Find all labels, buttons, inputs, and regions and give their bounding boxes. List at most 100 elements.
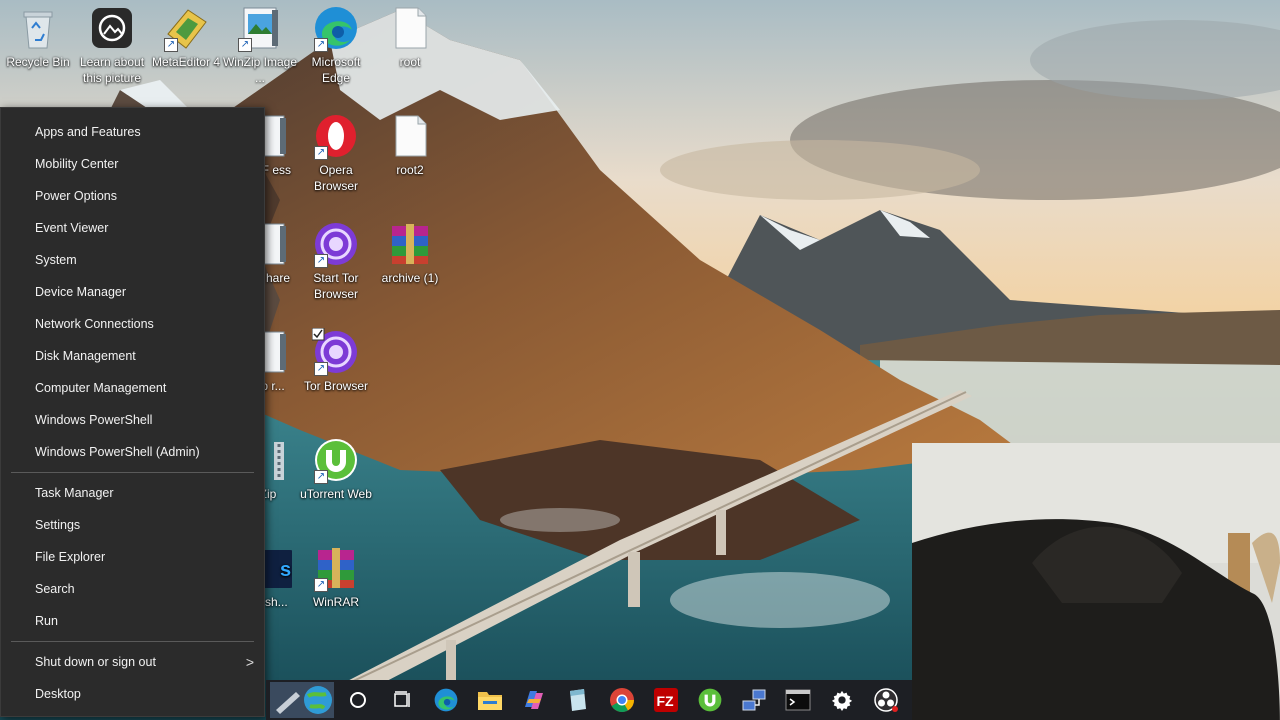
terminal-icon (785, 689, 811, 711)
taskbar-search-button[interactable] (336, 680, 380, 720)
desktop-icon-label: Start Tor Browser (313, 271, 359, 301)
desktop-icon-label: WinZip Image ... (222, 55, 298, 85)
menu-item-apps-and-features[interactable]: Apps and Features (1, 116, 264, 148)
desktop-icon-label: WinRAR (312, 595, 359, 609)
notepad-icon (570, 689, 586, 711)
taskbar: FZ (266, 680, 912, 720)
settings-gear-icon (831, 690, 853, 711)
winrar-icon: ↗ (312, 544, 360, 592)
shortcut-arrow-icon: ↗ (238, 38, 252, 52)
menu-item-settings[interactable]: Settings (1, 509, 264, 541)
taskbar-settings[interactable] (820, 680, 864, 720)
menu-item-search[interactable]: Search (1, 573, 264, 605)
desktop-icon-root2[interactable]: root2 (372, 108, 448, 178)
menu-item-power-options[interactable]: Power Options (1, 180, 264, 212)
copilot-icon (525, 691, 543, 709)
desktop-icon-utorrent-web[interactable]: ↗ uTorrent Web (298, 432, 374, 502)
taskbar-obs[interactable] (864, 680, 908, 720)
webcam-feed (912, 443, 1280, 720)
desktop-icon-label: Tor Browser (303, 379, 368, 393)
winx-context-menu: Apps and Features Mobility Center Power … (0, 107, 265, 717)
desktop-icon-label: root (399, 55, 421, 69)
tor-icon: ↗ (312, 220, 360, 268)
edge-icon: ↗ (312, 4, 360, 52)
taskbar-network-app[interactable] (732, 680, 776, 720)
tor-icon: ↗ (311, 327, 360, 376)
menu-item-run[interactable]: Run (1, 605, 264, 637)
taskbar-edge[interactable] (424, 680, 468, 720)
winzip-image-icon: ↗ (236, 4, 284, 52)
menu-item-file-explorer[interactable]: File Explorer (1, 541, 264, 573)
desktop-icon-label: Microsoft Edge (311, 55, 361, 85)
menu-item-windows-powershell[interactable]: Windows PowerShell (1, 404, 264, 436)
menu-item-label: Shut down or sign out (35, 655, 156, 669)
desktop-icon-root[interactable]: root (372, 0, 448, 70)
desktop-icon-winrar[interactable]: ↗ WinRAR (298, 540, 374, 610)
shortcut-arrow-icon: ↗ (314, 254, 328, 268)
shortcut-arrow-icon: ↗ (164, 38, 178, 52)
svg-text:s: s (280, 559, 291, 581)
file-explorer-icon (478, 692, 502, 710)
start-button-icon (270, 682, 334, 718)
chrome-icon (610, 688, 634, 713)
task-view-button[interactable] (380, 680, 424, 720)
network-icon (742, 689, 766, 711)
desktop-icon-learn-about-picture[interactable]: Learn about this picture (74, 0, 150, 86)
taskbar-chrome[interactable] (600, 680, 644, 720)
menu-item-shut-down-or-sign-out[interactable]: Shut down or sign out > (1, 646, 264, 678)
menu-separator (11, 641, 254, 642)
menu-separator (11, 472, 254, 473)
taskbar-utorrent[interactable] (688, 680, 732, 720)
file-icon (386, 112, 434, 160)
winrar-archive-icon (386, 220, 434, 268)
desktop-icon-label: Learn about this picture (79, 55, 145, 85)
menu-item-computer-management[interactable]: Computer Management (1, 372, 264, 404)
menu-item-mobility-center[interactable]: Mobility Center (1, 148, 264, 180)
edge-icon (434, 688, 458, 712)
task-view-icon (394, 691, 410, 707)
desktop-icon-label: root2 (396, 163, 424, 177)
taskbar-copilot[interactable] (512, 680, 556, 720)
taskbar-notepad[interactable] (556, 680, 600, 720)
menu-item-disk-management[interactable]: Disk Management (1, 340, 264, 372)
taskbar-terminal[interactable] (776, 680, 820, 720)
webcam-overlay (912, 443, 1280, 720)
camera-icon (88, 4, 136, 52)
filezilla-icon: FZ (654, 688, 678, 712)
taskbar-filezilla[interactable]: FZ (644, 680, 688, 720)
utorrent-icon (698, 688, 722, 712)
start-button[interactable] (266, 680, 336, 720)
file-icon (386, 4, 434, 52)
taskbar-file-explorer[interactable] (468, 680, 512, 720)
filezilla-label: FZ (657, 693, 675, 709)
recycle-bin-icon (14, 4, 62, 52)
desktop-icon-start-tor[interactable]: ↗ Start Tor Browser (298, 216, 374, 302)
desktop-icon-microsoft-edge[interactable]: ↗ Microsoft Edge (298, 0, 374, 86)
shortcut-arrow-icon: ↗ (314, 146, 328, 160)
search-circle-icon (350, 692, 366, 708)
desktop-icon-label: uTorrent Web (300, 487, 372, 501)
desktop-icon-opera[interactable]: ↗ Opera Browser (298, 108, 374, 194)
desktop-icon-label: Recycle Bin (6, 55, 70, 69)
menu-item-device-manager[interactable]: Device Manager (1, 276, 264, 308)
desktop-icon-label: Opera Browser (313, 163, 358, 193)
menu-item-task-manager[interactable]: Task Manager (1, 477, 264, 509)
obs-icon (874, 688, 898, 712)
desktop-icon-recycle-bin[interactable]: Recycle Bin (0, 0, 76, 70)
menu-item-system[interactable]: System (1, 244, 264, 276)
menu-item-event-viewer[interactable]: Event Viewer (1, 212, 264, 244)
desktop-icon-tor-browser[interactable]: ↗ Tor Browser (298, 324, 374, 394)
chevron-right-icon: > (245, 654, 254, 670)
opera-icon: ↗ (312, 112, 360, 160)
shortcut-arrow-icon: ↗ (314, 578, 328, 592)
desktop-icon-label: archive (1) (381, 271, 439, 285)
desktop-icon-winzip-image[interactable]: ↗ WinZip Image ... (222, 0, 298, 86)
menu-item-windows-powershell-admin[interactable]: Windows PowerShell (Admin) (1, 436, 264, 468)
desktop-icon-metaeditor[interactable]: ↗ MetaEditor 4 (148, 0, 224, 70)
menu-item-network-connections[interactable]: Network Connections (1, 308, 264, 340)
shortcut-arrow-icon: ↗ (314, 38, 328, 52)
menu-item-desktop[interactable]: Desktop (1, 678, 264, 710)
shortcut-arrow-icon: ↗ (314, 470, 328, 484)
desktop-icon-archive[interactable]: archive (1) (372, 216, 448, 286)
metaeditor-icon: ↗ (162, 4, 210, 52)
